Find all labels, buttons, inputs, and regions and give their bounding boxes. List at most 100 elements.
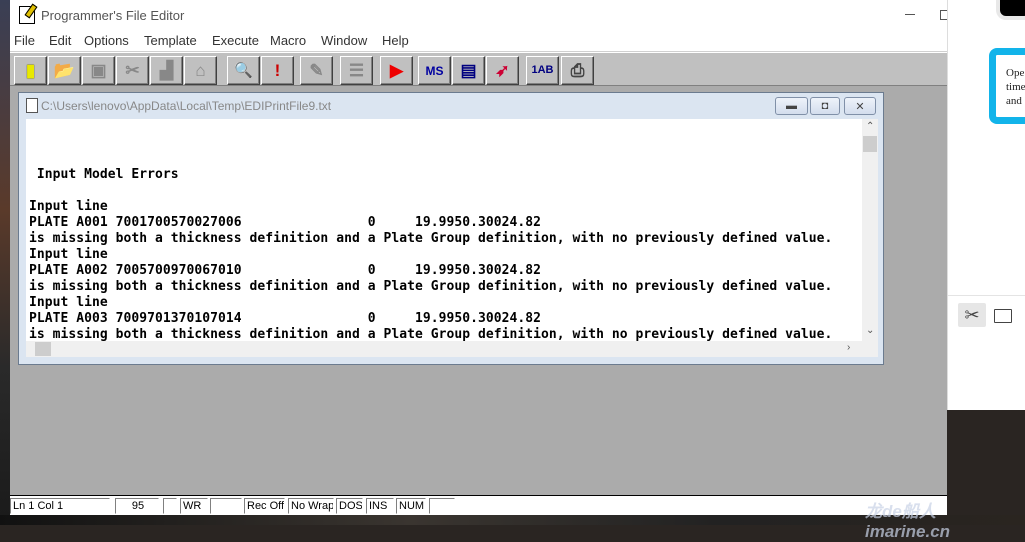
document-title-bar: C:\Users\lenovo\AppData\Local\Temp\EDIPr… (19, 93, 883, 119)
printer-icon: ⎙ (570, 61, 585, 80)
status-record: Rec Off (244, 498, 285, 514)
magnifier-icon: 🔍 (234, 62, 253, 79)
ms-dos-icon: MS (425, 63, 444, 78)
toolbar: ▮ 📂 ▣ ✂ ▟ ⌂ 🔍 ! ✎ ☰ ▶ MS ▤ ➶ 1AB ⎙ (10, 52, 947, 86)
status-blank-1 (163, 498, 177, 514)
copy-icon: ▟ (159, 61, 174, 80)
side-panel-top-control[interactable] (1000, 0, 1025, 16)
find-next-button[interactable]: ! (261, 56, 294, 85)
menu-help[interactable]: Help (382, 33, 409, 48)
watermark: 龙de船人 imarine.cn (865, 502, 951, 541)
new-file-icon: ▮ (25, 61, 36, 80)
status-position: Ln 1 Col 1 (10, 498, 110, 514)
horizontal-scroll-thumb[interactable] (35, 342, 51, 356)
doc-restore-button[interactable]: ◘ (810, 97, 840, 115)
status-numlock: NUM (396, 498, 426, 514)
pen-icon: ✎ (309, 61, 324, 80)
text-line: is missing both a thickness definition a… (29, 327, 833, 341)
vertical-scroll-thumb[interactable] (863, 136, 877, 152)
card-line: and (1006, 95, 1022, 107)
print-button[interactable]: ⎙ (561, 56, 594, 85)
magnifier-exclaim-icon: ! (274, 61, 281, 80)
text-line (29, 119, 832, 135)
editor-window: Programmer's File Editor File Edit Optio… (10, 0, 950, 515)
open-folder-icon: 📂 (53, 61, 76, 80)
doc-minimize-button[interactable]: ▬ (775, 97, 808, 115)
scroll-down-icon[interactable]: ⌄ (866, 325, 874, 336)
text-line: Input line (29, 199, 108, 214)
scroll-right-icon[interactable]: › (847, 342, 850, 353)
card-line: time (1006, 81, 1025, 93)
document-icon (26, 98, 38, 113)
find-button[interactable]: 🔍 (227, 56, 260, 85)
paste-button[interactable]: ⌂ (184, 56, 217, 85)
macro-button[interactable]: ▶ (380, 56, 413, 85)
text-line: is missing both a thickness definition a… (29, 279, 833, 294)
menu-bar: File Edit Options Template Execute Macro… (10, 30, 947, 52)
save-icon: ▣ (90, 61, 107, 80)
cassette-icon: ▶ (389, 61, 404, 80)
new-file-button[interactable]: ▮ (14, 56, 47, 85)
scissors-icon: ✂ (125, 61, 140, 80)
status-wrap: No Wrap (288, 498, 334, 514)
save-file-button[interactable]: ▣ (82, 56, 115, 85)
status-blank-2 (210, 498, 242, 514)
cut-button[interactable]: ✂ (116, 56, 149, 85)
text-line: Input line (29, 295, 108, 310)
horizontal-scrollbar[interactable]: › (26, 341, 878, 357)
minimize-button[interactable] (905, 14, 915, 15)
clipboard-button[interactable]: ☰ (340, 56, 373, 85)
text-line (29, 135, 832, 151)
text-line: Input Model Errors (29, 167, 179, 182)
status-value: 95 (115, 498, 159, 514)
edit-button[interactable]: ✎ (300, 56, 333, 85)
menu-options[interactable]: Options (84, 33, 129, 48)
text-line: PLATE A003 7009701370107014 0 19.9950.30… (29, 311, 541, 326)
status-format: DOS (336, 498, 363, 514)
copy-button[interactable]: ▟ (150, 56, 183, 85)
status-bar: Ln 1 Col 1 95 WR Rec Off No Wrap DOS INS… (10, 495, 947, 515)
status-insert: INS (366, 498, 394, 514)
vertical-scrollbar[interactable]: ⌃ ⌄ (862, 119, 878, 341)
menu-execute[interactable]: Execute (212, 33, 259, 48)
rocket-icon: ➶ (495, 61, 510, 80)
text-line: PLATE A002 7005700970067010 0 19.9950.30… (29, 263, 541, 278)
desktop-strip (0, 0, 10, 525)
text-area[interactable]: Input Model Errors Input line PLATE A001 7… (26, 119, 862, 341)
text-line: is missing both a thickness definition a… (29, 231, 833, 246)
scissors-icon[interactable]: ✂ (958, 303, 986, 327)
menu-edit[interactable]: Edit (49, 33, 71, 48)
app-title: Programmer's File Editor (41, 8, 185, 23)
open-file-button[interactable]: 📂 (48, 56, 81, 85)
execute-button[interactable]: ➶ (486, 56, 519, 85)
side-panel: Ope time and ✂ (947, 0, 1025, 410)
window-list-icon: ▤ (460, 61, 477, 80)
case-convert-icon: 1AB (531, 64, 554, 76)
text-line (29, 151, 832, 167)
text-line (29, 183, 832, 199)
document-path: C:\Users\lenovo\AppData\Local\Temp\EDIPr… (41, 99, 332, 113)
title-bar: Programmer's File Editor (10, 0, 950, 30)
divider (948, 295, 1025, 296)
status-blank-3 (429, 498, 455, 514)
doc-close-button[interactable]: ✕ (844, 97, 876, 115)
document-window: C:\Users\lenovo\AppData\Local\Temp\EDIPr… (18, 92, 884, 365)
mdi-area: C:\Users\lenovo\AppData\Local\Temp\EDIPr… (10, 86, 947, 495)
app-icon (19, 6, 35, 24)
ms-dos-button[interactable]: MS (418, 56, 451, 85)
text-line: PLATE A001 7001700570027006 0 19.9950.30… (29, 215, 541, 230)
menu-file[interactable]: File (14, 33, 35, 48)
clipboard-icon: ☰ (348, 61, 365, 80)
menu-template[interactable]: Template (144, 33, 197, 48)
card-line: Ope (1006, 67, 1025, 79)
menu-window[interactable]: Window (321, 33, 367, 48)
document-text: Input Model Errors Input line PLATE A001 7… (29, 119, 832, 341)
window-list-button[interactable]: ▤ (452, 56, 485, 85)
case-convert-button[interactable]: 1AB (526, 56, 559, 85)
notification-card[interactable]: Ope time and (989, 48, 1025, 124)
status-mode: WR (180, 498, 208, 514)
paste-icon: ⌂ (195, 61, 206, 80)
folder-icon[interactable] (994, 309, 1012, 323)
scroll-up-icon[interactable]: ⌃ (866, 121, 874, 132)
menu-macro[interactable]: Macro (270, 33, 306, 48)
